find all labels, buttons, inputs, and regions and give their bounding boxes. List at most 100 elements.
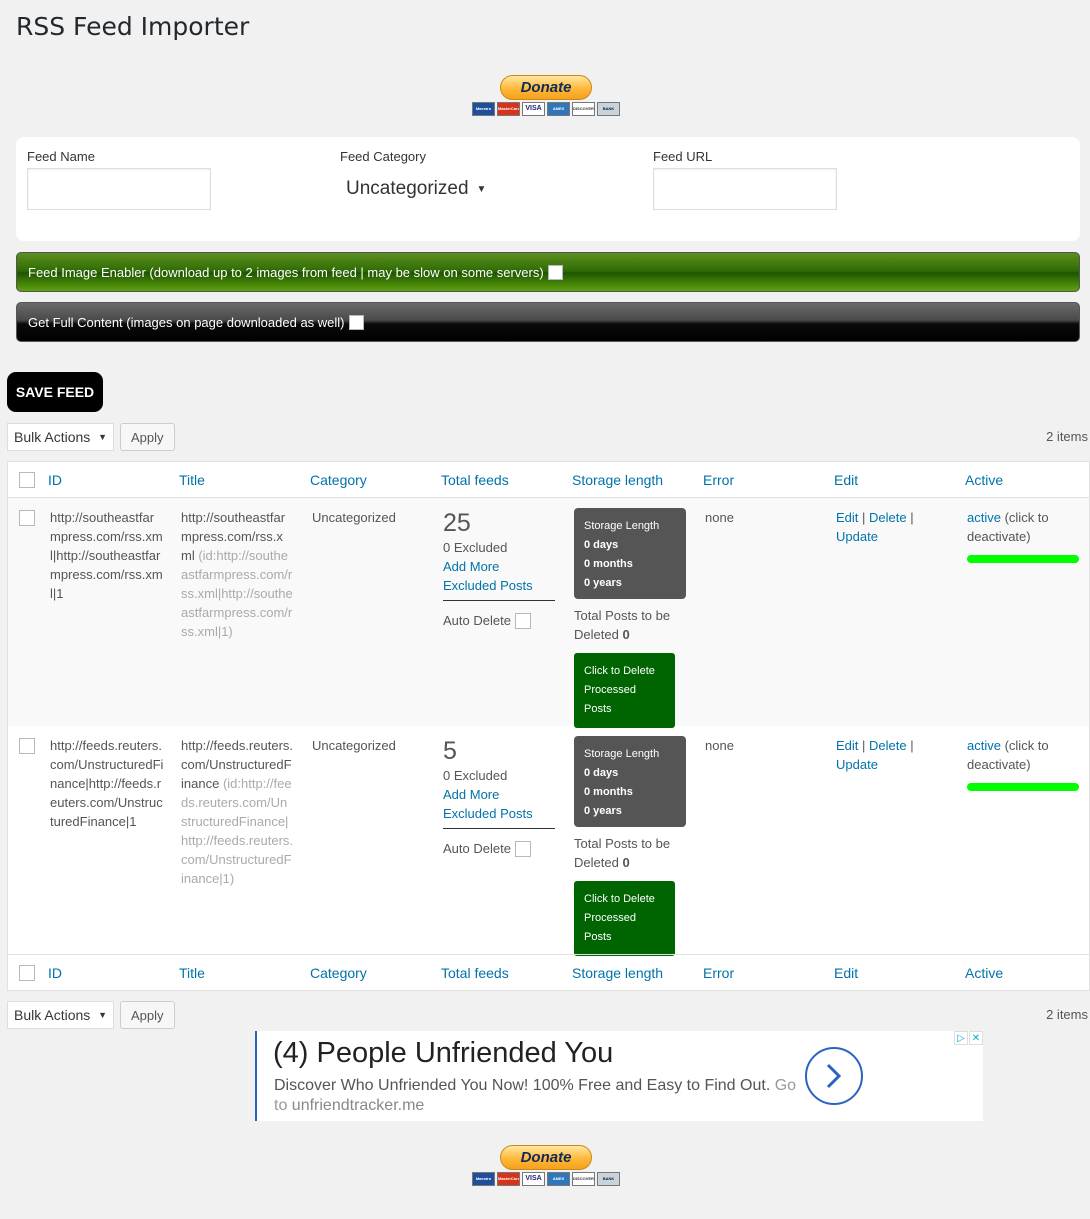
col-total-feeds[interactable]: Total feeds [441, 472, 509, 488]
amex-icon: AMEX [547, 102, 570, 116]
select-all-checkbox[interactable] [19, 471, 35, 488]
ad-description: Discover Who Unfriended You Now! 100% Fr… [274, 1076, 804, 1116]
total-feeds-count: 5 [443, 737, 457, 765]
image-enabler-label: Feed Image Enabler (download up to 2 ima… [28, 264, 544, 280]
row-title-id: (id:http://feeds.reuters.com/Unstructure… [181, 776, 294, 886]
col-storage-length[interactable]: Storage length [572, 472, 663, 488]
col-id[interactable]: ID [48, 965, 62, 981]
update-link[interactable]: Update [836, 757, 878, 772]
row-title: http://southeastfarmpress.com/rss.xml (i… [181, 508, 293, 641]
auto-delete: Auto Delete [443, 611, 555, 630]
apply-button[interactable]: Apply [120, 423, 175, 451]
select-all-checkbox[interactable] [19, 964, 35, 981]
bulk-actions-value: Bulk Actions [14, 1007, 91, 1023]
total-posts-value: 0 [622, 627, 630, 642]
full-content-checkbox[interactable] [348, 314, 364, 330]
delete-link[interactable]: Delete [869, 510, 907, 525]
feed-category-select[interactable]: Uncategorized ▼ [340, 168, 496, 210]
storage-length-box: Storage Length 0 days 0 months 0 years [574, 736, 686, 827]
update-link[interactable]: Update [836, 529, 878, 544]
bulk-actions-select[interactable]: Bulk Actions ▼ [7, 1001, 114, 1029]
auto-delete-checkbox[interactable] [514, 840, 531, 857]
feed-url-input[interactable] [653, 168, 837, 210]
table-row: http://southeastfarmpress.com/rss.xml|ht… [8, 498, 1089, 728]
delete-processed-posts-button[interactable]: Click to Delete Processed Posts [574, 653, 675, 728]
row-category: Uncategorized [312, 510, 396, 525]
bulk-actions-bottom: Bulk Actions ▼ Apply [7, 1001, 175, 1029]
col-id[interactable]: ID [48, 472, 62, 488]
visa-icon: VISA [522, 102, 545, 116]
col-title[interactable]: Title [179, 965, 205, 981]
mastercard-icon: MasterCard [497, 1172, 520, 1186]
feed-name-group: Feed Name [27, 149, 211, 210]
row-category: Uncategorized [312, 738, 396, 753]
row-active: active (click to deactivate) [967, 736, 1085, 791]
mastercard-icon: MasterCard [497, 102, 520, 116]
donate-button[interactable]: Donate [500, 75, 592, 100]
row-active: active (click to deactivate) [967, 508, 1085, 563]
row-edit-actions: Edit | Delete | Update [836, 736, 926, 774]
donate-widget-top: Donate Maestro MasterCard VISA AMEX DISC… [466, 75, 626, 116]
ad-banner[interactable]: (4) People Unfriended You Discover Who U… [255, 1031, 983, 1121]
active-toggle-link[interactable]: active [967, 510, 1001, 525]
col-error[interactable]: Error [703, 472, 734, 488]
row-error: none [705, 738, 734, 753]
col-active[interactable]: Active [965, 472, 1003, 488]
ad-url[interactable]: unfriendtracker.me [292, 1097, 425, 1114]
storage-days: 0 days [584, 767, 619, 779]
ad-title[interactable]: (4) People Unfriended You [273, 1037, 613, 1070]
delete-processed-posts-button[interactable]: Click to Delete Processed Posts [574, 881, 675, 956]
row-checkbox[interactable] [19, 738, 35, 754]
bulk-actions-value: Bulk Actions [14, 429, 91, 445]
row-id: http://feeds.reuters.com/UnstructuredFin… [50, 738, 164, 829]
apply-button[interactable]: Apply [120, 1001, 175, 1029]
total-posts-to-delete: Total Posts to be Deleted 0 [574, 606, 686, 644]
dropdown-arrow-icon: ▼ [98, 1010, 107, 1020]
row-storage-length: Storage Length 0 days 0 months 0 years T… [574, 508, 686, 728]
ad-info-icon[interactable]: ▷ [954, 1031, 968, 1045]
edit-link[interactable]: Edit [836, 510, 858, 525]
total-feeds-count: 25 [443, 509, 471, 537]
chevron-right-icon [826, 1063, 842, 1089]
auto-delete-checkbox[interactable] [514, 612, 531, 629]
maestro-card-icon: Maestro [472, 1172, 495, 1186]
close-icon[interactable]: ✕ [969, 1031, 983, 1045]
add-more-excluded-link[interactable]: Add More Excluded Posts [443, 785, 555, 829]
row-checkbox[interactable] [19, 510, 35, 526]
image-enabler-bar: Feed Image Enabler (download up to 2 ima… [16, 252, 1080, 292]
storage-length-box: Storage Length 0 days 0 months 0 years [574, 508, 686, 599]
storage-years: 0 years [584, 577, 622, 589]
separator: | [862, 738, 866, 753]
col-title[interactable]: Title [179, 472, 205, 488]
col-active[interactable]: Active [965, 965, 1003, 981]
separator: | [910, 510, 914, 525]
bulk-actions-select[interactable]: Bulk Actions ▼ [7, 423, 114, 451]
storage-months: 0 months [584, 558, 633, 570]
add-more-excluded-link[interactable]: Add More Excluded Posts [443, 557, 555, 601]
storage-days: 0 days [584, 539, 619, 551]
save-feed-button[interactable]: SAVE FEED [7, 372, 103, 412]
ad-desc-text: Discover Who Unfriended You Now! 100% Fr… [274, 1077, 771, 1094]
row-total-feeds: 25 0 Excluded Add More Excluded Posts Au… [443, 508, 555, 630]
edit-link[interactable]: Edit [836, 738, 858, 753]
feed-name-input[interactable] [27, 168, 211, 210]
total-posts-to-delete: Total Posts to be Deleted 0 [574, 834, 686, 872]
col-edit[interactable]: Edit [834, 472, 858, 488]
col-total-feeds[interactable]: Total feeds [441, 965, 509, 981]
row-id: http://southeastfarmpress.com/rss.xml|ht… [50, 510, 163, 601]
payment-cards: Maestro MasterCard VISA AMEX DISCOVER BA… [466, 1172, 626, 1186]
col-edit[interactable]: Edit [834, 965, 858, 981]
ad-arrow-button[interactable] [805, 1047, 863, 1105]
active-toggle-link[interactable]: active [967, 738, 1001, 753]
col-error[interactable]: Error [703, 965, 734, 981]
col-storage-length[interactable]: Storage length [572, 965, 663, 981]
dropdown-arrow-icon: ▼ [476, 183, 487, 195]
col-category[interactable]: Category [310, 472, 367, 488]
image-enabler-checkbox[interactable] [547, 264, 563, 280]
delete-link[interactable]: Delete [869, 738, 907, 753]
col-category[interactable]: Category [310, 965, 367, 981]
feed-url-label: Feed URL [653, 149, 713, 164]
dropdown-arrow-icon: ▼ [98, 432, 107, 442]
donate-button[interactable]: Donate [500, 1145, 592, 1170]
ad-choices: ▷ ✕ [954, 1031, 983, 1045]
